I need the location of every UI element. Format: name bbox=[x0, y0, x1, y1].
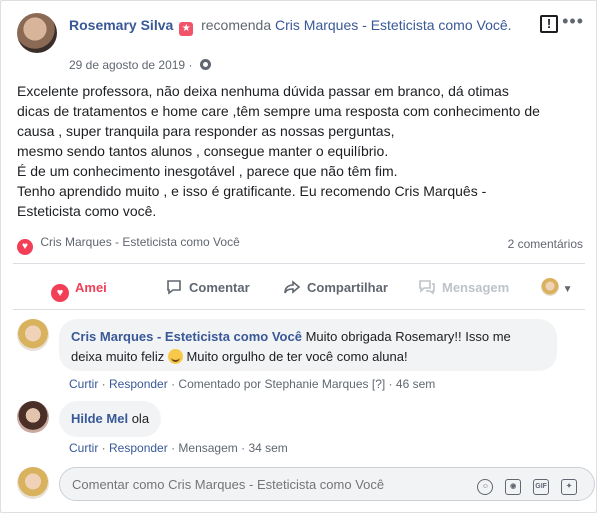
review-text: Excelente professora, não deixa nenhuma … bbox=[17, 81, 589, 221]
comment-bubble: Hilde Mel ola bbox=[59, 401, 162, 437]
review-line: Esteticista como você. bbox=[17, 203, 157, 219]
share-icon bbox=[284, 280, 301, 294]
post-meta: 29 de agosto de 2019 · bbox=[69, 58, 211, 72]
comment-time[interactable]: 34 sem bbox=[248, 441, 287, 455]
commenter-avatar[interactable] bbox=[17, 319, 49, 351]
sticker-icon[interactable]: ✦ bbox=[561, 479, 577, 495]
commenter-avatar[interactable] bbox=[17, 401, 49, 433]
reply-link[interactable]: Responder bbox=[109, 441, 168, 455]
divider bbox=[13, 263, 585, 264]
post-actions: ♥ Amei Comentar Compartilhar Mensagem ▼ bbox=[13, 267, 585, 309]
caret-down-icon: ▼ bbox=[562, 284, 573, 295]
comment-meta: Curtir · Responder · Comentado por Steph… bbox=[69, 377, 436, 391]
message-label: Mensagem bbox=[442, 280, 510, 295]
composer-icons: ☺ ◉ GIF ✦ bbox=[469, 475, 577, 495]
reactions-bar: ♥ Cris Marques - Esteticista como Você 2… bbox=[17, 235, 583, 255]
review-line: causa , super tranquila para responder a… bbox=[17, 123, 395, 139]
divider bbox=[13, 309, 585, 310]
help-tag[interactable]: [?] bbox=[372, 377, 385, 391]
comment-button[interactable]: Comentar bbox=[165, 278, 250, 298]
page-avatar bbox=[541, 278, 559, 296]
commented-by[interactable]: Comentado por Stephanie Marques bbox=[178, 377, 368, 391]
post-date[interactable]: 29 de agosto de 2019 bbox=[69, 58, 185, 72]
review-line: dicas de tratamentos e home care ,têm se… bbox=[17, 103, 540, 119]
report-icon[interactable]: ! bbox=[540, 15, 558, 33]
love-button[interactable]: ♥ Amei bbox=[51, 278, 107, 302]
recommendation-icon: ★ bbox=[179, 22, 194, 36]
action-text: recomenda bbox=[201, 17, 272, 33]
review-line: É de um conhecimento inesgotável , parec… bbox=[17, 163, 398, 179]
comment-icon bbox=[167, 280, 181, 295]
comment-label: Comentar bbox=[189, 280, 250, 295]
comment-text: deixa muito feliz bbox=[71, 349, 165, 364]
comment-composer: ☺ ◉ GIF ✦ bbox=[17, 465, 595, 503]
globe-icon bbox=[199, 59, 211, 70]
post-as-selector[interactable]: ▼ bbox=[541, 278, 573, 298]
love-reaction-icon: ♥ bbox=[17, 239, 33, 255]
comment-bubble: Cris Marques - Esteticista como Você Mui… bbox=[59, 319, 557, 371]
message-link[interactable]: Mensagem bbox=[178, 441, 237, 455]
share-button[interactable]: Compartilhar bbox=[283, 278, 388, 298]
love-label: Amei bbox=[75, 280, 107, 295]
review-post-card: Rosemary Silva ★ recomenda Cris Marques … bbox=[0, 0, 597, 513]
like-comment-link[interactable]: Curtir bbox=[69, 441, 98, 455]
smiley-emoji-icon bbox=[167, 349, 183, 364]
comment-text: ola bbox=[131, 411, 150, 426]
comments-count[interactable]: 2 comentários bbox=[508, 237, 583, 251]
review-line: mesmo sendo tantos alunos , consegue man… bbox=[17, 143, 389, 159]
like-comment-link[interactable]: Curtir bbox=[69, 377, 98, 391]
review-line: Excelente professora, não deixa nenhuma … bbox=[17, 83, 509, 99]
message-icon bbox=[419, 280, 435, 295]
gif-icon[interactable]: GIF bbox=[533, 479, 550, 495]
commenter-name[interactable]: Cris Marques - Esteticista como Você bbox=[71, 329, 302, 344]
meta-separator: · bbox=[188, 58, 193, 72]
author-avatar[interactable] bbox=[17, 13, 57, 53]
page-name-link[interactable]: Cris Marques - Esteticista como Você. bbox=[275, 17, 512, 33]
share-label: Compartilhar bbox=[307, 280, 388, 295]
commenter-name[interactable]: Hilde Mel bbox=[71, 411, 128, 426]
comment-text: Muito obrigada Rosemary!! Isso me bbox=[305, 329, 511, 344]
reacted-by[interactable]: Cris Marques - Esteticista como Você bbox=[40, 235, 239, 249]
post-title-line: Rosemary Silva ★ recomenda Cris Marques … bbox=[69, 15, 529, 36]
emoji-icon[interactable]: ☺ bbox=[477, 479, 494, 495]
author-name[interactable]: Rosemary Silva bbox=[69, 17, 173, 33]
heart-icon: ♥ bbox=[51, 284, 69, 302]
message-button[interactable]: Mensagem bbox=[418, 278, 509, 298]
comment-time[interactable]: 46 sem bbox=[396, 377, 435, 391]
comment-meta: Curtir · Responder · Mensagem · 34 sem bbox=[69, 441, 288, 455]
reply-link[interactable]: Responder bbox=[109, 377, 168, 391]
comment-text: Muito orgulho de ter você como aluna! bbox=[186, 349, 408, 364]
review-line: Tenho aprendido muito , e isso é gratifi… bbox=[17, 183, 487, 199]
composer-avatar bbox=[17, 467, 49, 499]
camera-icon[interactable]: ◉ bbox=[505, 479, 522, 495]
more-options-icon[interactable]: ••• bbox=[562, 11, 584, 32]
